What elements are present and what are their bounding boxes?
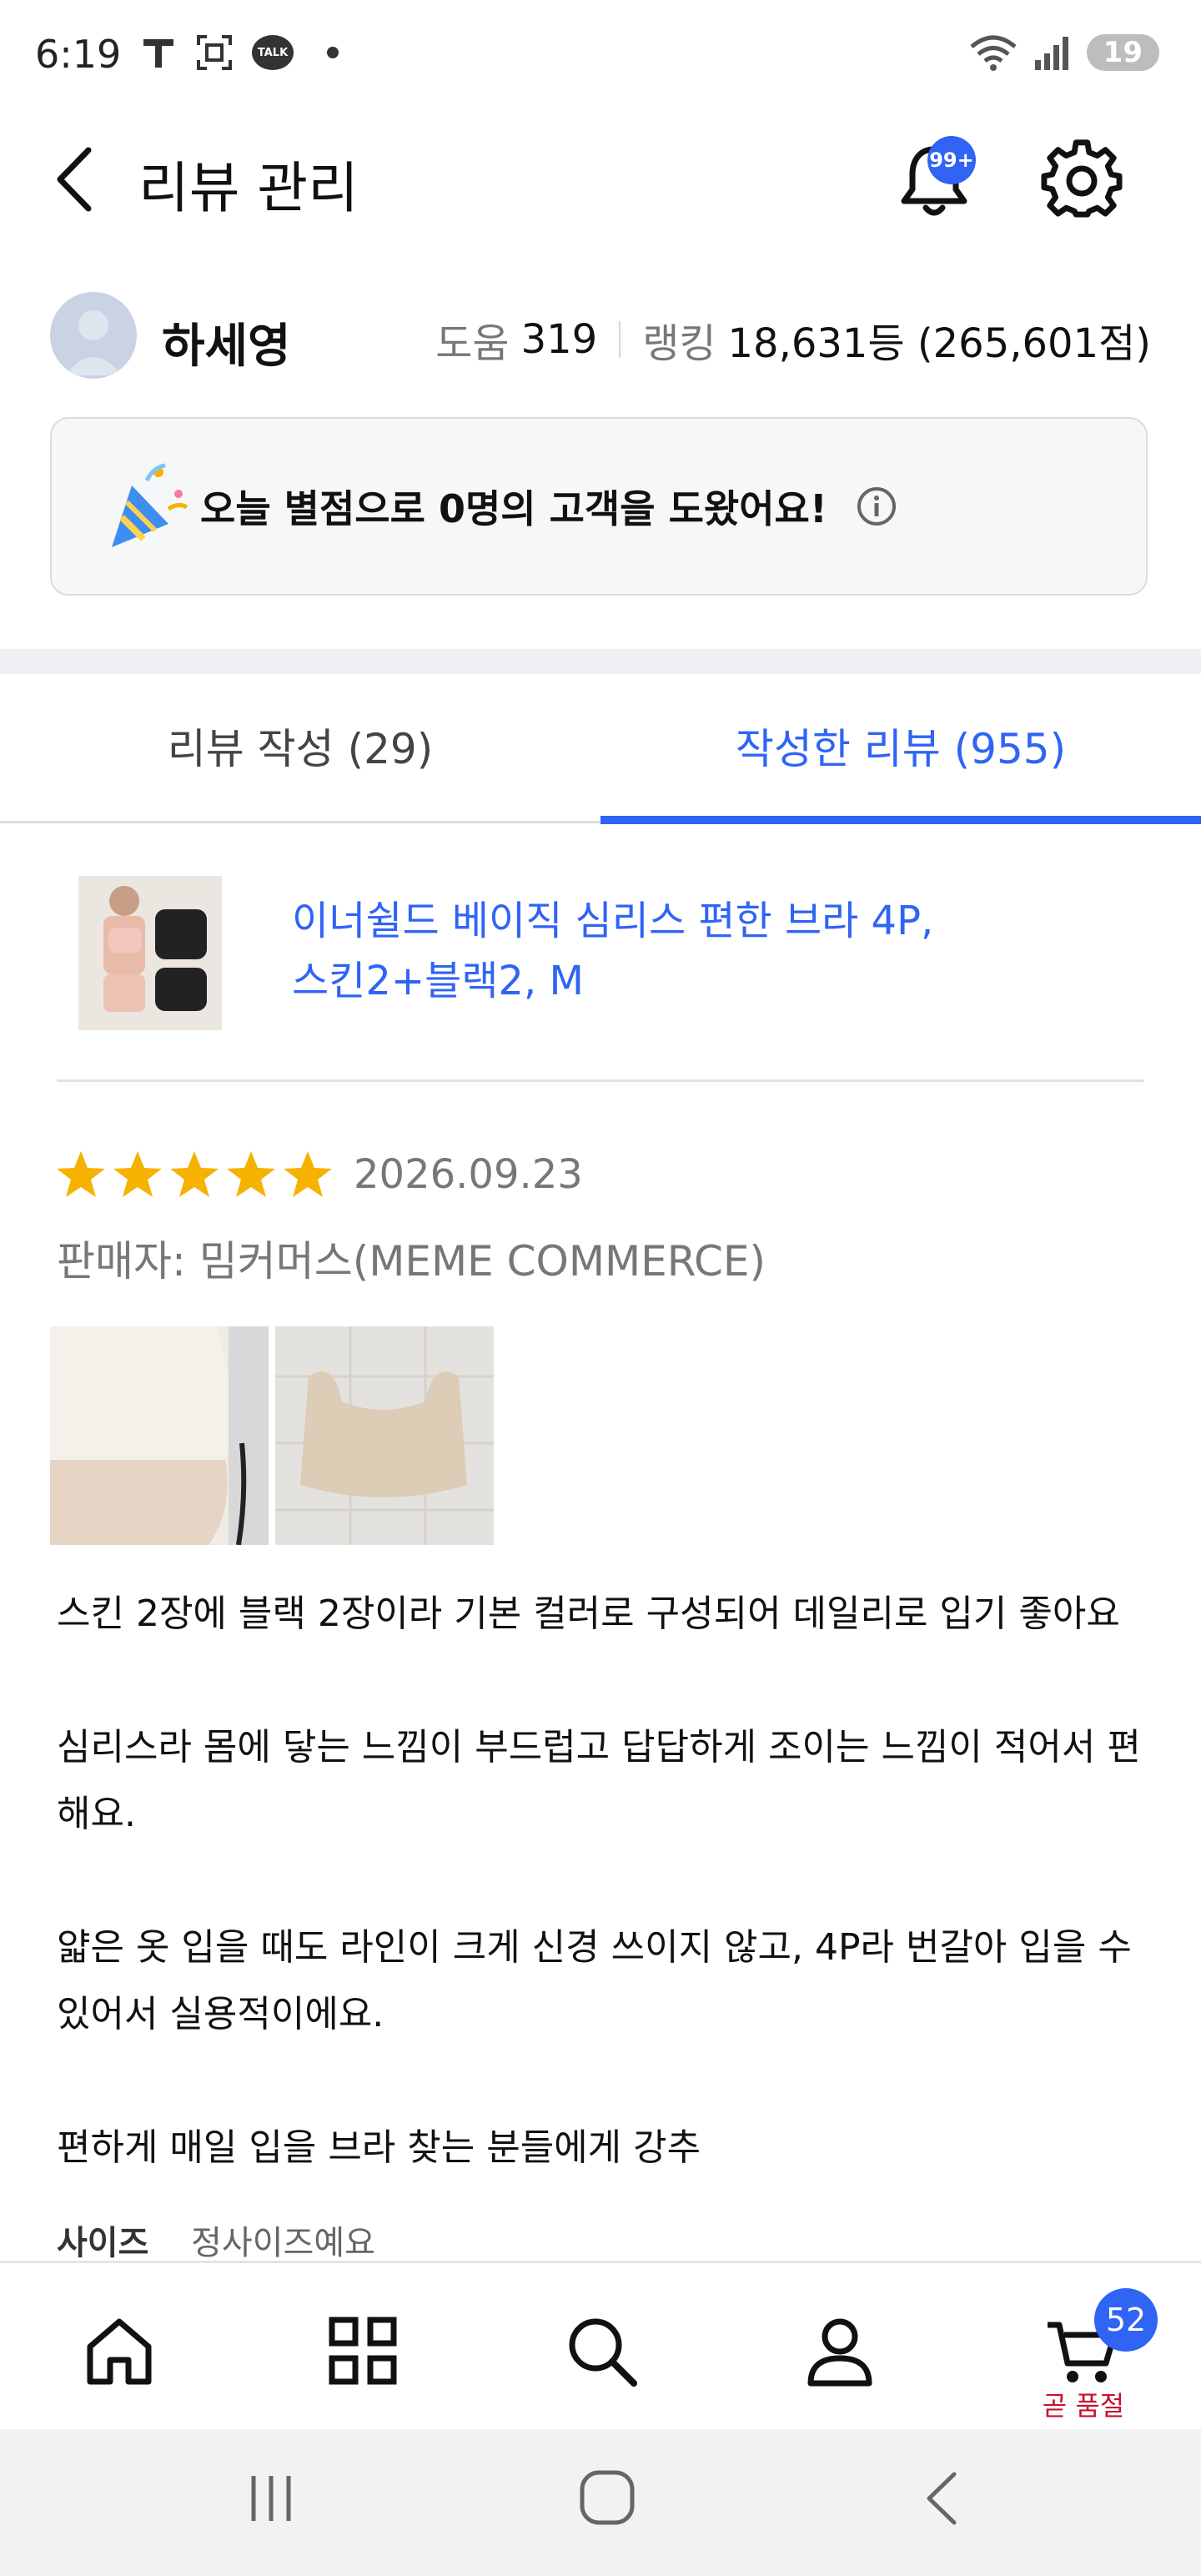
review-body: 스킨 2장에 블랙 2장이라 기본 컬러로 구성되어 데일리로 입기 좋아요 심… (57, 1581, 1158, 2181)
page-title: 리뷰 관리 (138, 156, 359, 220)
recent-apps-icon[interactable] (242, 2469, 300, 2528)
star-icon (113, 1151, 162, 1197)
home-icon[interactable] (82, 2313, 157, 2388)
dot-icon (327, 47, 339, 58)
search-icon[interactable] (564, 2313, 639, 2388)
section-divider (0, 649, 1201, 674)
my-page-icon[interactable] (802, 2313, 877, 2388)
info-icon[interactable] (856, 486, 897, 527)
star-icon (284, 1151, 332, 1197)
signal-icon (1034, 37, 1068, 70)
profile-name: 하세영 (162, 319, 291, 374)
notification-badge: 99+ (927, 136, 976, 184)
home-button-icon[interactable] (575, 2466, 639, 2529)
wifi-icon (970, 35, 1017, 71)
review-paragraph: 얇은 옷 입을 때도 라인이 크게 신경 쓰이지 않고, 4P라 번갈아 입을 … (57, 1926, 1132, 2035)
review-photo[interactable] (275, 1326, 494, 1545)
review-paragraph: 편하게 매일 입을 브라 찾는 분들에게 강추 (57, 2126, 701, 2169)
battery-indicator: 19 (1086, 34, 1159, 71)
size-label: 사이즈 (57, 2224, 149, 2262)
star-icon (227, 1151, 275, 1197)
seller-name: 판매자: 밈커머스(MEME COMMERCE) (57, 1237, 766, 1285)
review-photo[interactable] (50, 1326, 269, 1545)
system-back-icon[interactable] (917, 2469, 967, 2528)
talk-icon-text: TALK (257, 46, 289, 59)
back-arrow-icon[interactable] (50, 142, 100, 217)
size-row: 사이즈 정사이즈예요 (57, 2216, 375, 2264)
ranking-value: 18,631등 (265,601점) (727, 320, 1151, 367)
stat-divider (619, 321, 621, 358)
help-count: 319 (520, 316, 598, 363)
status-left-icons: TALK (140, 33, 339, 72)
product-title-line1[interactable]: 이너쉴드 베이직 심리스 편한 브라 4P, (292, 891, 1126, 951)
talk-icon: TALK (252, 35, 294, 70)
product-title[interactable]: 이너쉴드 베이직 심리스 편한 브라 4P, 스킨2+블랙2, M (292, 891, 1126, 1011)
screenshot-icon (197, 35, 232, 70)
star-icon (57, 1151, 105, 1197)
category-icon[interactable] (325, 2313, 400, 2388)
tmap-t-icon (143, 39, 173, 68)
profile-stats: 도움 319 랭킹 18,631등 (265,601점) (435, 310, 1151, 369)
help-label: 도움 (435, 320, 510, 367)
cart-status-label: 곧 품절 (1042, 2390, 1125, 2422)
tab-write-review[interactable]: 리뷰 작성 (29) (0, 716, 600, 776)
star-rating (55, 1150, 334, 1200)
cart-count-badge: 52 (1094, 2288, 1158, 2352)
helper-banner: 오늘 별점으로 0명의 고객을 도왔어요! (50, 417, 1148, 596)
gear-icon[interactable] (1041, 138, 1124, 221)
ranking-label: 랭킹 (642, 320, 716, 367)
star-icon (170, 1151, 219, 1197)
status-right-icons: 19 (968, 33, 1159, 72)
tab-written-reviews[interactable]: 작성한 리뷰 (955) (600, 716, 1201, 776)
product-title-line2[interactable]: 스킨2+블랙2, M (292, 951, 1126, 1011)
helper-message: 오늘 별점으로 0명의 고객을 도왔어요! (200, 486, 827, 531)
product-divider (57, 1079, 1144, 1082)
avatar (50, 292, 137, 379)
size-value: 정사이즈예요 (191, 2224, 375, 2262)
party-popper-icon (112, 463, 188, 547)
status-time: 6:19 (35, 32, 122, 77)
active-tab-indicator (600, 816, 1201, 824)
product-thumbnail[interactable] (78, 876, 222, 1030)
system-nav-bar (0, 2429, 1201, 2576)
bottom-nav: 52 곧 품절 (0, 2261, 1201, 2430)
review-date: 2026.09.23 (354, 1151, 583, 1198)
review-paragraph: 심리스라 몸에 닿는 느낌이 부드럽고 답답하게 조이는 느낌이 적어서 편해요… (57, 1726, 1141, 1835)
review-paragraph: 스킨 2장에 블랙 2장이라 기본 컬러로 구성되어 데일리로 입기 좋아요 (57, 1592, 1120, 1635)
